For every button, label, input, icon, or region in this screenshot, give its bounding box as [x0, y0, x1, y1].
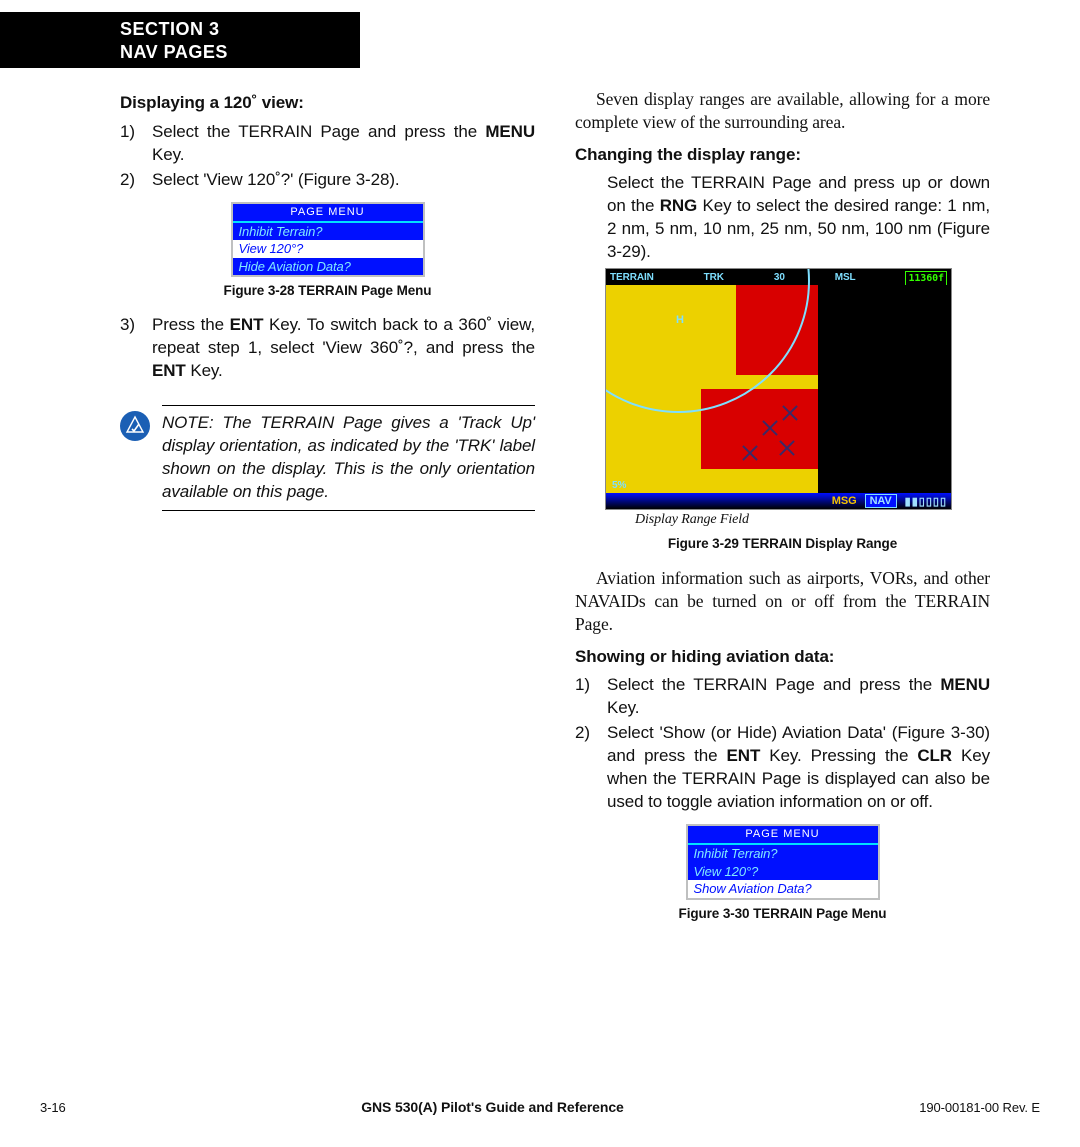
step-number: 2) [575, 722, 607, 814]
label-msg: MSG [832, 495, 857, 507]
aviation-step-1: 1) Select the TERRAIN Page and press the… [575, 674, 990, 720]
figure-caption-328: Figure 3-28 TERRAIN Page Menu [120, 282, 535, 300]
terrain-figure-container: TERRAIN TRK 30 MSL 11360f H [575, 268, 990, 510]
step-1: 1) Select the TERRAIN Page and press the… [120, 121, 535, 167]
section-header: SECTION 3 NAV PAGES [0, 12, 360, 68]
section-number: SECTION 3 [120, 18, 360, 41]
menu-item-view120: View 120°? [688, 863, 878, 881]
note-text: NOTE: The TERRAIN Page gives a 'Track Up… [162, 405, 535, 511]
obstacle-icon [778, 439, 796, 457]
note-block: NOTE: The TERRAIN Page gives a 'Track Up… [120, 405, 535, 511]
page-footer: 3-16 GNS 530(A) Pilot's Guide and Refere… [40, 1098, 1040, 1117]
paragraph-seven-ranges: Seven display ranges are available, allo… [575, 88, 990, 134]
terrain-bottom-bar: MSG NAV ▮▮▯▯▯▯ [606, 493, 951, 509]
step-text: Select 'View 120˚?' (Figure 3-28). [152, 169, 535, 192]
step-2: 2) Select 'View 120˚?' (Figure 3-28). [120, 169, 535, 192]
revision: 190-00181-00 Rev. E [919, 1099, 1040, 1117]
menu-title: PAGE MENU [233, 204, 423, 223]
step-number: 1) [575, 674, 607, 720]
heading-change-range: Changing the display range: [575, 144, 990, 167]
range-step: Select the TERRAIN Page and press up or … [607, 172, 990, 264]
note-icon [120, 411, 150, 441]
figure-caption-329: Figure 3-29 TERRAIN Display Range [575, 535, 990, 553]
terrain-display: TERRAIN TRK 30 MSL 11360f H [605, 268, 952, 510]
page-number: 3-16 [40, 1099, 66, 1117]
section-title: NAV PAGES [120, 41, 360, 64]
step-text: Select the TERRAIN Page and press the ME… [607, 674, 990, 720]
right-column: Seven display ranges are available, allo… [575, 88, 990, 937]
step-number: 1) [120, 121, 152, 167]
label-nav: NAV [865, 494, 897, 508]
step-text: Press the ENT Key. To switch back to a 3… [152, 314, 535, 383]
page: SECTION 3 NAV PAGES Displaying a 120˚ vi… [0, 0, 1080, 1147]
aviation-step-2: 2) Select 'Show (or Hide) Aviation Data'… [575, 722, 990, 814]
paragraph-aviation-info: Aviation information such as airports, V… [575, 567, 990, 635]
page-bars: ▮▮▯▯▯▯ [905, 495, 947, 508]
menu-item-show-aviation: Show Aviation Data? [688, 880, 878, 898]
terrain-page-menu-fig330: PAGE MENU Inhibit Terrain? View 120°? Sh… [686, 824, 880, 899]
obstacle-icon [781, 404, 799, 422]
step-number: 2) [120, 169, 152, 192]
menu-item-inhibit: Inhibit Terrain? [688, 845, 878, 863]
step-text: Select the TERRAIN Page and press the ME… [152, 121, 535, 167]
step-text: Select 'Show (or Hide) Aviation Data' (F… [607, 722, 990, 814]
figure-caption-330: Figure 3-30 TERRAIN Page Menu [575, 905, 990, 923]
step-3: 3) Press the ENT Key. To switch back to … [120, 314, 535, 383]
left-column: Displaying a 120˚ view: 1) Select the TE… [120, 88, 535, 937]
obstacle-icon [761, 419, 779, 437]
heading-show-hide-aviation: Showing or hiding aviation data: [575, 646, 990, 669]
document-title: GNS 530(A) Pilot's Guide and Reference [361, 1098, 624, 1117]
menu-item-hide-aviation: Hide Aviation Data? [233, 258, 423, 276]
content-columns: Displaying a 120˚ view: 1) Select the TE… [120, 88, 990, 937]
heading-120-view: Displaying a 120˚ view: [120, 92, 535, 115]
range-field: 5% [610, 480, 628, 491]
range-annotation: Display Range Field [635, 511, 990, 530]
terrain-black-zone [818, 285, 952, 493]
label-h: H [676, 313, 684, 328]
menu-title: PAGE MENU [688, 826, 878, 845]
menu-item-inhibit: Inhibit Terrain? [233, 223, 423, 241]
menu-item-view120: View 120°? [233, 240, 423, 258]
obstacle-icon [741, 444, 759, 462]
terrain-page-menu-fig328: PAGE MENU Inhibit Terrain? View 120°? Hi… [231, 202, 425, 277]
step-number: 3) [120, 314, 152, 383]
